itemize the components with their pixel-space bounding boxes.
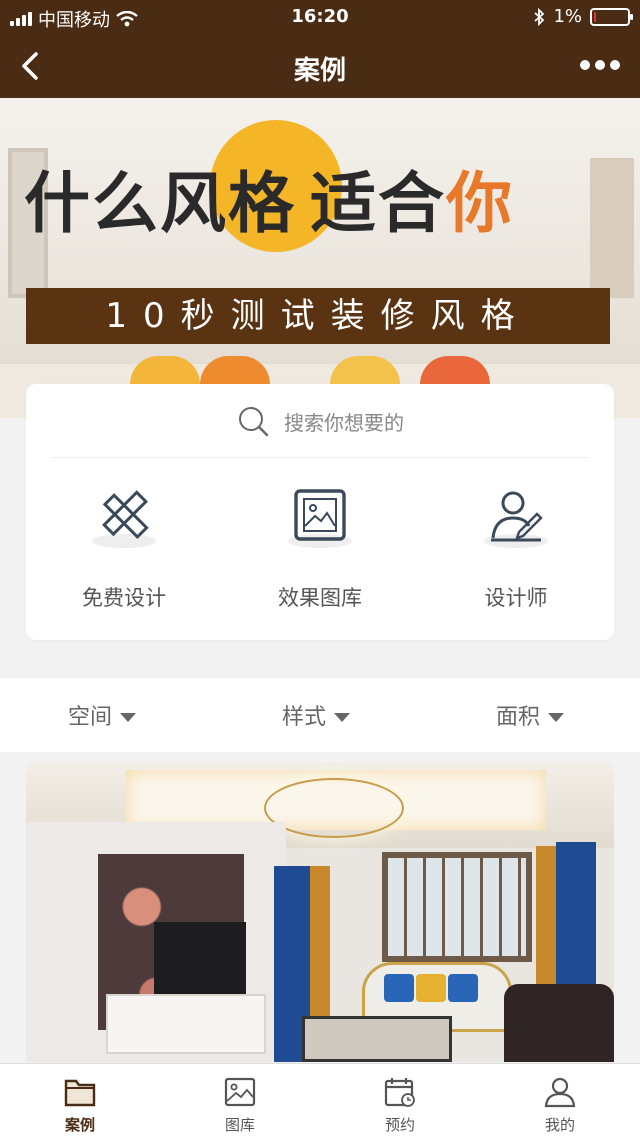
folder-icon <box>64 1079 96 1107</box>
tab-label: 预约 <box>384 1116 415 1134</box>
case-image-cushion <box>448 974 478 1002</box>
headline-part-2: 适合 <box>310 164 446 242</box>
filter-label: 面积 <box>496 705 541 730</box>
search-bar[interactable]: 搜索你想要的 <box>26 384 614 458</box>
tab-gallery[interactable]: 图库 <box>160 1064 320 1138</box>
status-right: 1% <box>533 6 633 27</box>
gallery-button[interactable]: 效果图库 <box>222 488 418 612</box>
tab-booking[interactable]: 预约 <box>320 1064 480 1138</box>
free-design-button[interactable]: 免费设计 <box>26 488 222 612</box>
battery-icon <box>590 7 633 26</box>
quick-label: 效果图库 <box>278 586 362 610</box>
status-bar: 中国移动 16:20 1% <box>0 0 640 34</box>
case-image-window <box>382 852 532 962</box>
filter-space[interactable]: 空间 <box>68 678 137 752</box>
pencil-ruler-icon <box>102 490 149 540</box>
divider <box>50 457 590 458</box>
tab-bar: 案例 图库 预约 我的 <box>0 1063 640 1138</box>
case-image-cushion <box>416 974 446 1002</box>
search-placeholder: 搜索你想要的 <box>284 410 404 435</box>
user-icon <box>544 1077 576 1108</box>
case-image-table <box>302 1016 452 1062</box>
designer-button[interactable]: 设计师 <box>418 488 614 612</box>
filter-bar: 空间 样式 面积 <box>0 678 640 752</box>
filter-label: 样式 <box>282 705 327 730</box>
quick-card: 搜索你想要的 免费设计 效果图库 设计师 <box>26 384 614 640</box>
more-icon[interactable] <box>580 60 620 70</box>
quick-label: 免费设计 <box>82 586 166 610</box>
page-title: 案例 <box>293 56 346 86</box>
battery-fill <box>594 11 596 22</box>
search-icon <box>239 407 269 437</box>
battery-percent: 1% <box>553 6 582 27</box>
filter-label: 空间 <box>68 705 113 730</box>
caret-down-icon <box>548 712 565 722</box>
banner-headline: 什么风格 适合你 <box>24 150 624 260</box>
caret-down-icon <box>120 712 137 722</box>
quick-icon <box>285 488 355 558</box>
headline-part-3: 你 <box>446 164 514 242</box>
case-image-armchair <box>504 984 614 1062</box>
headline-part-1: 什么风格 <box>24 164 296 242</box>
banner-subheadline: 10秒测试装修风格 <box>26 288 610 344</box>
calendar-clock-icon <box>384 1078 415 1107</box>
case-card[interactable] <box>26 762 614 1062</box>
filter-area[interactable]: 面积 <box>496 678 565 752</box>
quick-icon <box>481 488 551 558</box>
banner[interactable]: 什么风格 适合你 10秒测试装修风格 <box>0 98 640 418</box>
designer-icon <box>491 491 543 542</box>
quick-label: 设计师 <box>484 586 548 610</box>
case-image-cushion <box>384 974 414 1002</box>
image-icon <box>224 1077 256 1107</box>
tab-me[interactable]: 我的 <box>480 1064 640 1138</box>
case-image-cabinet <box>106 994 266 1054</box>
tab-label: 案例 <box>64 1116 95 1134</box>
tab-label: 图库 <box>224 1116 255 1134</box>
quick-icon <box>89 488 159 558</box>
tab-label: 我的 <box>544 1116 575 1134</box>
nav-bar: 案例 <box>0 34 640 98</box>
filter-style[interactable]: 样式 <box>282 678 351 752</box>
picture-icon <box>294 489 346 541</box>
tab-cases[interactable]: 案例 <box>0 1064 160 1138</box>
bluetooth-icon <box>534 7 545 26</box>
caret-down-icon <box>334 712 351 722</box>
